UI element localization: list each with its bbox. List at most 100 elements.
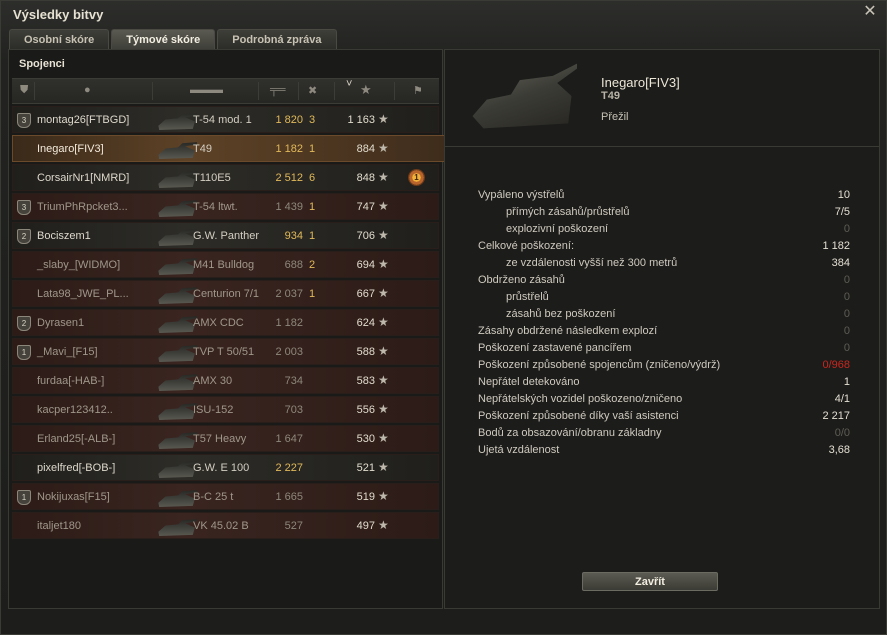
stat-value: 7/5	[834, 206, 850, 218]
player-name[interactable]: kacper123412..	[37, 404, 113, 416]
team-row[interactable]: Inegaro[FIV3] T49 1 182 1 884 ★	[12, 135, 452, 162]
team-row[interactable]: 1 _Mavi_[F15] TVP T 50/51 2 003 588 ★	[12, 338, 439, 365]
team-row[interactable]: pixelfred[-BOB-] G.W. E 100 2 227 521 ★	[12, 454, 439, 481]
player-name: Inegaro[FIV3]	[601, 75, 680, 90]
vehicle-column-icon[interactable]: ▬▬▬	[190, 84, 223, 96]
player-name[interactable]: Lata98_JWE_PL...	[37, 288, 129, 300]
player-column-icon[interactable]: ●	[84, 84, 91, 96]
team-row[interactable]: CorsairNr1[NMRD] T110E5 2 512 6 848 ★ 1	[12, 164, 439, 191]
xp-value: 848	[356, 172, 375, 184]
medal-column-icon[interactable]: ⚑	[413, 84, 423, 97]
tank-icon	[158, 171, 197, 188]
player-name[interactable]: Erland25[-ALB-]	[37, 433, 115, 445]
player-name[interactable]: TriumPhRpcket3...	[37, 201, 128, 213]
star-icon: ★	[378, 170, 389, 184]
stat-row: průstřelů 0	[478, 290, 850, 307]
player-name[interactable]: Inegaro[FIV3]	[37, 143, 104, 155]
squad-badge: 1	[17, 490, 31, 505]
stat-value: 4/1	[834, 393, 850, 405]
divider	[445, 146, 879, 147]
kills-column-icon[interactable]: ✖	[308, 84, 317, 97]
team-row[interactable]: 2 Dyrasen1 AMX CDC 1 182 624 ★	[12, 309, 439, 336]
team-row[interactable]: _slaby_[WIDMO] M41 Bulldog 688 2 694 ★	[12, 251, 439, 278]
player-name[interactable]: Nokijuxas[F15]	[37, 491, 110, 503]
team-row[interactable]: italjet180 VK 45.02 B 527 497 ★	[12, 512, 439, 539]
tank-name: Centurion 7/1	[193, 288, 260, 300]
title-bar[interactable]: Výsledky bitvy ✕	[1, 1, 886, 27]
star-icon: ★	[378, 460, 389, 474]
tank-icon	[158, 258, 197, 275]
stat-value: 0	[843, 274, 850, 286]
xp-value: 884	[356, 143, 375, 155]
stat-value: 0/968	[822, 359, 850, 371]
stat-value: 1	[843, 376, 850, 388]
tank-icon	[158, 490, 197, 507]
team-row[interactable]: 3 montag26[FTBGD] T-54 mod. 1 1 820 3 1 163 ★	[12, 106, 439, 133]
column-header: ⛊ ● ▬▬▬ ╤═ ✖ ˅ ★ ⚑	[12, 78, 439, 104]
xp-value: 519	[356, 491, 375, 503]
tab-personal-score[interactable]: Osobní skóre	[9, 29, 110, 49]
team-row[interactable]: 3 TriumPhRpcket3... T-54 ltwt. 1 439 1 747 ★	[12, 193, 439, 220]
tank-name: M41 Bulldog	[193, 259, 255, 271]
team-title: Spojenci	[19, 58, 65, 70]
team-row[interactable]: kacper123412.. ISU-152 703 556 ★	[12, 396, 439, 423]
star-icon: ★	[378, 141, 389, 155]
team-panel: Spojenci ⛊ ● ▬▬▬ ╤═ ✖ ˅ ★ ⚑ 3 montag26[FT…	[8, 49, 452, 609]
tab-detailed-report[interactable]: Podrobná zpráva	[217, 29, 337, 49]
kills-value: 1	[309, 201, 316, 213]
star-icon: ★	[378, 257, 389, 271]
xp-column-icon[interactable]: ★	[360, 82, 372, 98]
xp-value: 694	[356, 259, 375, 271]
player-name[interactable]: _slaby_[WIDMO]	[37, 259, 120, 271]
close-button[interactable]: Zavřít	[582, 572, 718, 591]
player-name[interactable]: Bociszem1	[37, 230, 91, 242]
tank-name: T-54 mod. 1	[193, 114, 252, 126]
team-row[interactable]: 2 Bociszem1 G.W. Panther 934 1 706 ★	[12, 222, 439, 249]
sort-arrow-icon[interactable]: ˅	[346, 78, 352, 90]
squad-badge: 1	[17, 345, 31, 360]
tank-name: G.W. E 100	[193, 462, 250, 474]
team-row[interactable]: Lata98_JWE_PL... Centurion 7/1 2 037 1 667 ★	[12, 280, 439, 307]
damage-value: 1 439	[275, 201, 303, 213]
team-row[interactable]: 1 Nokijuxas[F15] B-C 25 t 1 665 519 ★	[12, 483, 439, 510]
xp-value: 667	[356, 288, 375, 300]
stat-label: průstřelů	[506, 291, 549, 303]
player-name[interactable]: italjet180	[37, 520, 81, 532]
damage-value: 1 647	[275, 433, 303, 445]
stat-row: Nepřátel detekováno 1	[478, 375, 850, 392]
stat-value: 0	[843, 291, 850, 303]
xp-value: 583	[356, 375, 375, 387]
stat-value: 384	[831, 257, 850, 269]
stat-row: Nepřátelských vozidel poškozeno/zničeno 4…	[478, 392, 850, 409]
star-icon: ★	[378, 431, 389, 445]
damage-column-icon[interactable]: ╤═	[270, 84, 286, 96]
stat-value: 0	[843, 223, 850, 235]
medal-icon[interactable]: 1	[408, 169, 425, 186]
player-name[interactable]: montag26[FTBGD]	[37, 114, 129, 126]
squad-column-icon[interactable]: ⛊	[20, 84, 28, 97]
xp-value: 530	[356, 433, 375, 445]
tank-icon	[158, 461, 197, 478]
kills-value: 1	[309, 230, 316, 242]
stat-row: přímých zásahů/průstřelů 7/5	[478, 205, 850, 222]
player-name[interactable]: pixelfred[-BOB-]	[37, 462, 115, 474]
squad-badge: 2	[17, 229, 31, 244]
tank-name: G.W. Panther	[193, 230, 260, 242]
stat-value: 0	[843, 308, 850, 320]
player-name[interactable]: Dyrasen1	[37, 317, 84, 329]
close-icon[interactable]: ✕	[862, 4, 878, 20]
tank-icon	[158, 403, 197, 420]
player-name[interactable]: furdaa[-HAB-]	[37, 375, 104, 387]
player-tank: T49	[601, 90, 620, 102]
team-row[interactable]: furdaa[-HAB-] AMX 30 734 583 ★	[12, 367, 439, 394]
team-row[interactable]: Erland25[-ALB-] T57 Heavy 1 647 530 ★	[12, 425, 439, 452]
star-icon: ★	[378, 286, 389, 300]
player-name[interactable]: CorsairNr1[NMRD]	[37, 172, 129, 184]
player-name[interactable]: _Mavi_[F15]	[37, 346, 98, 358]
tab-team-score[interactable]: Týmové skóre	[111, 29, 216, 49]
star-icon: ★	[378, 112, 389, 126]
stat-label: Nepřátel detekováno	[478, 376, 580, 388]
damage-value: 527	[284, 520, 303, 532]
stat-row: Obdrženo zásahů 0	[478, 273, 850, 290]
stat-label: Poškození způsobené spojencům (zničeno/v…	[478, 359, 721, 371]
